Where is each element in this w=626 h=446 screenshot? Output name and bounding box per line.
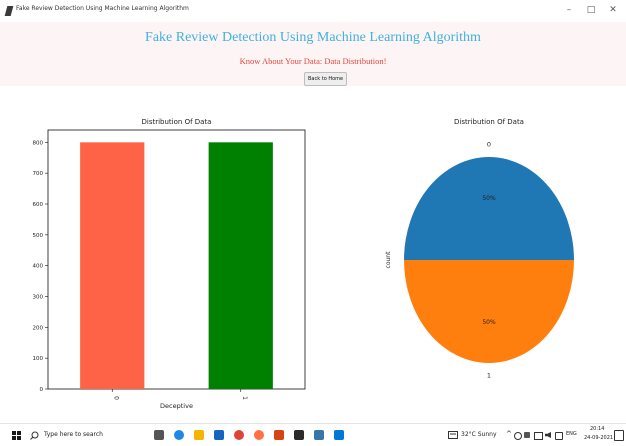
volume-icon[interactable] <box>545 432 551 438</box>
photos-icon[interactable] <box>334 430 344 440</box>
restore-button[interactable]: □ <box>584 4 598 16</box>
taskbar-search-box[interactable]: Type here to search <box>26 426 146 444</box>
x-axis-label: Deceptive <box>160 402 193 410</box>
language-indicator[interactable]: ENG <box>566 431 577 437</box>
onedrive-icon[interactable] <box>524 432 530 438</box>
page-title: Fake Review Detection Using Machine Lear… <box>145 30 481 45</box>
chrome-icon[interactable] <box>234 430 244 440</box>
search-placeholder: Type here to search <box>44 431 103 438</box>
network-icon[interactable] <box>514 432 522 440</box>
windows-start-icon[interactable] <box>12 431 21 440</box>
notifications-icon[interactable] <box>614 430 624 441</box>
edge-icon[interactable] <box>174 430 184 440</box>
window-titlebar: Fake Review Detection Using Machine Lear… <box>0 0 626 24</box>
y-tick-label: 500 <box>33 233 44 239</box>
bar <box>208 142 273 389</box>
office-icon[interactable] <box>274 430 284 440</box>
y-tick-label: 800 <box>33 140 44 146</box>
x-tick-label: 0 <box>112 396 119 400</box>
battery-icon[interactable] <box>534 432 543 440</box>
bar-chart: Distribution Of Data 0 1 0 100 200 300 400 500 60… <box>33 118 306 410</box>
mail-icon[interactable] <box>214 430 224 440</box>
pie-pct-label: 50% <box>482 319 496 326</box>
wifi-icon[interactable] <box>555 432 563 440</box>
firefox-icon[interactable] <box>254 430 264 440</box>
y-tick-label: 100 <box>33 356 44 362</box>
pie-slice <box>404 157 574 260</box>
y-tick-label: 0 <box>40 387 44 393</box>
chart-title: Distribution Of Data <box>454 118 524 126</box>
y-tick-label: 400 <box>33 264 44 270</box>
app-header: Fake Review Detection Using Machine Lear… <box>0 22 626 86</box>
y-axis-label: count <box>385 251 392 269</box>
chart-title: Distribution Of Data <box>142 118 212 126</box>
pie-pct-label: 50% <box>482 195 496 202</box>
pie-category-label: 0 <box>487 141 491 149</box>
y-tick-label: 200 <box>33 325 44 331</box>
weather-text[interactable]: 32°C Sunny <box>461 431 497 438</box>
y-tick-label: 600 <box>33 202 44 208</box>
python-icon[interactable] <box>314 430 324 440</box>
y-tick-label: 700 <box>33 171 44 177</box>
pie-category-label: 1 <box>487 371 491 379</box>
close-button[interactable]: ✕ <box>606 4 620 16</box>
tray-chevron-icon[interactable]: ^ <box>506 430 512 438</box>
minimize-button[interactable]: – <box>562 4 576 16</box>
page-subtitle: Know About Your Data: Data Distribution! <box>239 56 387 66</box>
bar <box>80 142 145 389</box>
app-feather-icon <box>4 6 14 16</box>
pie-slice <box>404 260 574 363</box>
back-to-home-button[interactable]: Back to Home <box>304 72 348 86</box>
clock-date[interactable]: 24-09-2021 <box>584 435 613 441</box>
y-tick-label: 300 <box>33 295 44 301</box>
file-explorer-icon[interactable] <box>194 430 204 440</box>
x-tick-label: 1 <box>241 396 248 400</box>
clock-time[interactable]: 20:14 <box>590 426 604 432</box>
terminal-icon[interactable] <box>294 430 304 440</box>
taskbar: Type here to search 32°C Sunny ^ ENG 20:… <box>0 423 626 446</box>
weather-icon[interactable] <box>448 431 458 439</box>
window-title: Fake Review Detection Using Machine Lear… <box>16 5 189 12</box>
pie-chart: Distribution Of Data 50% 0 50% 1 count <box>385 118 574 379</box>
search-icon <box>30 431 39 440</box>
task-view-icon[interactable] <box>154 430 164 440</box>
